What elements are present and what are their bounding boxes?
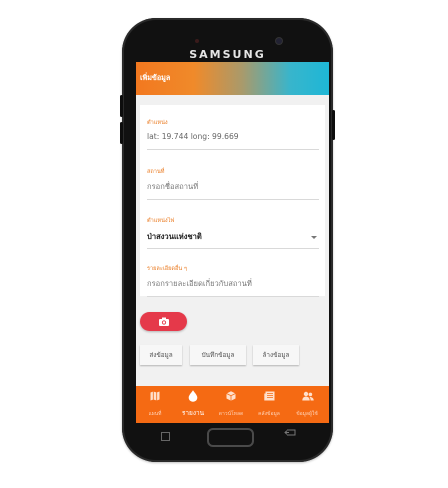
nav-profile-label: ข้อมูลผู้ใช้ xyxy=(296,411,318,417)
clear-button[interactable]: ล้างข้อมูล xyxy=(253,345,299,365)
power-button[interactable] xyxy=(332,110,335,140)
volume-down-button[interactable] xyxy=(120,122,123,144)
nav-profile[interactable]: ข้อมูลผู้ใช้ xyxy=(288,386,326,423)
back-icon[interactable] xyxy=(284,429,296,437)
nav-map-label: แผนที่ xyxy=(148,411,162,417)
chevron-down-icon[interactable] xyxy=(311,236,317,239)
recent-apps-key[interactable] xyxy=(161,432,170,441)
app-screen: เพิ่มข้อมูล ตำแหน่ง lat: 19.744 long: 99… xyxy=(136,62,329,423)
nav-library-label: คลังข้อมูล xyxy=(258,411,280,417)
nav-map[interactable]: แผนที่ xyxy=(136,386,174,423)
camera-icon xyxy=(159,317,169,326)
place-field[interactable]: สถานที่ กรอกชื่อสถานที่ xyxy=(147,168,319,200)
camera-button[interactable] xyxy=(140,312,187,331)
details-input[interactable]: กรอกรายละเอียดเกี่ยวกับสถานที่ xyxy=(147,278,252,290)
nav-library[interactable]: คลังข้อมูล xyxy=(250,386,288,423)
position-underline xyxy=(147,149,319,150)
home-button[interactable] xyxy=(207,428,254,447)
volume-up-button[interactable] xyxy=(120,95,123,117)
position-label: ตำแหน่ง xyxy=(147,120,168,126)
app-header: เพิ่มข้อมูล xyxy=(136,62,329,95)
fire-location-underline xyxy=(147,248,319,249)
details-field[interactable]: รายละเอียดอื่น ๆ กรอกรายละเอียดเกี่ยวกับ… xyxy=(147,265,319,297)
fire-drop-icon xyxy=(188,390,198,402)
place-underline xyxy=(147,199,319,200)
nav-download[interactable]: ดาวน์โหลด xyxy=(212,386,250,423)
fire-location-label: ตำแหน่งไฟ xyxy=(147,218,175,224)
box-icon xyxy=(226,391,236,401)
nav-report-label: รายงาน xyxy=(181,409,205,417)
place-input[interactable]: กรอกชื่อสถานที่ xyxy=(147,181,198,193)
place-label: สถานที่ xyxy=(147,169,165,175)
map-icon xyxy=(150,391,160,401)
report-form: ตำแหน่ง lat: 19.744 long: 99.669 สถานที่… xyxy=(140,105,325,297)
proximity-sensor xyxy=(195,39,199,43)
nav-download-label: ดาวน์โหลด xyxy=(218,411,244,417)
position-field: ตำแหน่ง lat: 19.744 long: 99.669 xyxy=(147,119,319,150)
newspaper-icon xyxy=(264,391,275,401)
front-camera xyxy=(276,38,282,44)
details-underline xyxy=(147,296,319,297)
bottom-navigation: แผนที่ รายงาน ดาวน์โหลด คลังข้อมูล ข้อมู… xyxy=(136,386,329,423)
send-button[interactable]: ส่งข้อมูล xyxy=(140,345,182,365)
position-value: lat: 19.744 long: 99.669 xyxy=(147,132,239,141)
page-title: เพิ่มข้อมูล xyxy=(140,73,171,82)
users-icon xyxy=(302,391,314,401)
details-label: รายละเอียดอื่น ๆ xyxy=(147,266,188,272)
nav-report[interactable]: รายงาน xyxy=(174,386,212,423)
brand-logo: SAMSUNG xyxy=(189,48,266,61)
fire-location-select[interactable]: ตำแหน่งไฟ ป่าสงวนแห่งชาติ xyxy=(147,217,319,249)
fire-location-value[interactable]: ป่าสงวนแห่งชาติ xyxy=(147,231,202,243)
save-button[interactable]: บันทึกข้อมูล xyxy=(190,345,246,365)
